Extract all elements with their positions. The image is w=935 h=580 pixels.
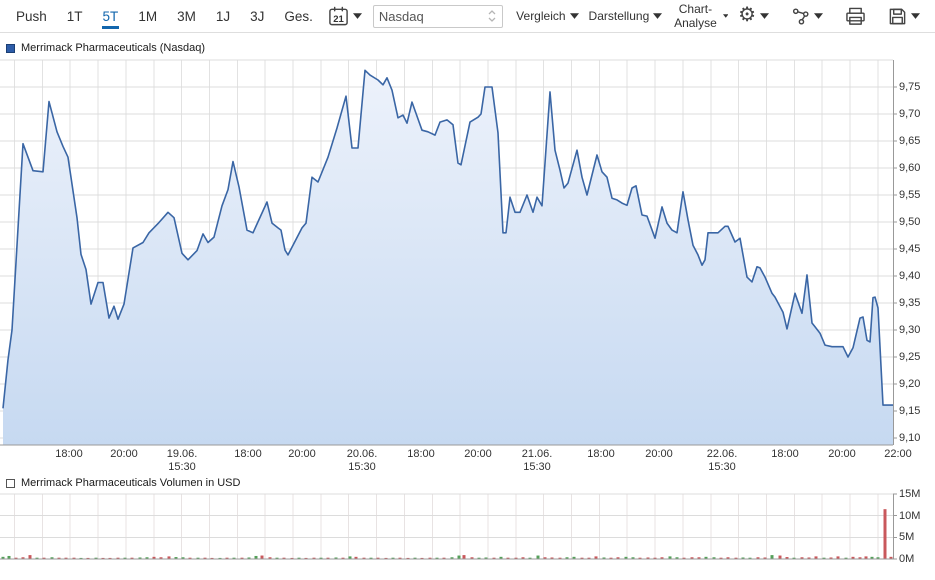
printer-icon (845, 7, 866, 26)
time-axis-tick: 20:00 (814, 448, 870, 461)
period-button-1j[interactable]: 1J (206, 0, 240, 32)
chart-toolbar: Push1T5T1M3M1J3JGes. 21 Nasdaq Vergleich… (0, 0, 935, 33)
print-button[interactable] (840, 7, 871, 26)
period-buttons: Push1T5T1M3M1J3JGes. (6, 0, 323, 32)
price-axis-tick: 9,50 (899, 216, 920, 228)
floppy-disk-icon (888, 7, 907, 26)
period-button-1m[interactable]: 1M (128, 0, 167, 32)
settings-button[interactable]: ⚙ (733, 6, 774, 26)
volume-axis-tick: 10M (899, 510, 920, 522)
select-chevrons-icon (487, 9, 497, 23)
price-axis-tick: 9,75 (899, 81, 920, 93)
calendar-icon: 21 (328, 6, 349, 27)
time-axis-tick: 20:00 (274, 448, 330, 461)
volume-chart-plot[interactable] (0, 494, 893, 559)
gear-icon: ⚙ (738, 5, 756, 25)
volume-axis-tick: 15M (899, 488, 920, 500)
volume-legend-marker (6, 479, 15, 488)
calendar-button[interactable]: 21 (323, 6, 367, 27)
chevron-down-icon (570, 13, 579, 19)
time-axis-tick: 21.06.15:30 (509, 448, 565, 474)
time-axis-tick: 20:00 (96, 448, 152, 461)
time-axis-tick: 18:00 (393, 448, 449, 461)
menu-button-darstellung[interactable]: Darstellung (584, 0, 668, 32)
price-axis-tick: 9,45 (899, 243, 920, 255)
period-button-push[interactable]: Push (6, 0, 57, 32)
period-button-3j[interactable]: 3J (240, 0, 274, 32)
price-chart-plot[interactable] (0, 60, 893, 445)
price-axis-tick: 9,55 (899, 189, 920, 201)
save-button[interactable] (883, 7, 925, 26)
menu-buttons: Vergleich Darstellung Chart-Analyse (511, 0, 733, 32)
chevron-down-icon (911, 13, 920, 19)
time-axis-tick: 18:00 (220, 448, 276, 461)
volume-axis-tick: 0M (899, 553, 914, 565)
price-axis-tick: 9,25 (899, 351, 920, 363)
chevron-down-icon (353, 13, 362, 19)
time-axis-tick: 19.06.15:30 (154, 448, 210, 474)
price-axis-tick: 9,70 (899, 108, 920, 120)
price-axis-tick: 9,40 (899, 270, 920, 282)
price-axis-tick: 9,60 (899, 162, 920, 174)
time-axis-tick: 20.06.15:30 (334, 448, 390, 474)
price-axis-tick: 9,20 (899, 378, 920, 390)
symbol-select-value: Nasdaq (379, 9, 424, 24)
menu-label: Vergleich (516, 9, 565, 23)
share-icon (791, 7, 810, 26)
share-button[interactable] (786, 7, 828, 26)
price-axis-tick: 9,65 (899, 135, 920, 147)
time-axis-tick: 18:00 (573, 448, 629, 461)
menu-button-chart-analyse[interactable]: Chart-Analyse (667, 0, 733, 32)
time-axis-tick: 18:00 (41, 448, 97, 461)
time-axis-tick: 22.06.15:30 (694, 448, 750, 474)
period-button-3m[interactable]: 3M (167, 0, 206, 32)
price-axis-tick: 9,10 (899, 432, 920, 444)
price-axis-tick: 9,30 (899, 324, 920, 336)
volume-legend-label: Merrimack Pharmaceuticals Volumen in USD (21, 477, 240, 489)
chevron-down-icon (760, 13, 769, 19)
chevron-down-icon (723, 13, 728, 19)
chart-application: Push1T5T1M3M1J3JGes. 21 Nasdaq Vergleich… (0, 0, 935, 580)
period-button-ges[interactable]: Ges. (274, 0, 323, 32)
time-axis-tick: 20:00 (631, 448, 687, 461)
time-axis-tick: 20:00 (450, 448, 506, 461)
menu-label: Darstellung (589, 9, 650, 23)
price-legend: Merrimack Pharmaceuticals (Nasdaq) (6, 42, 205, 54)
time-axis-tick: 18:00 (757, 448, 813, 461)
price-legend-label: Merrimack Pharmaceuticals (Nasdaq) (21, 42, 205, 54)
price-axis-tick: 9,15 (899, 405, 920, 417)
period-button-5t[interactable]: 5T (93, 0, 129, 32)
menu-label: Chart-Analyse (672, 2, 718, 30)
volume-axis-tick: 5M (899, 531, 914, 543)
time-axis-tick: 22:00 (870, 448, 926, 461)
period-button-1t[interactable]: 1T (57, 0, 93, 32)
chevron-down-icon (814, 13, 823, 19)
volume-legend: Merrimack Pharmaceuticals Volumen in USD (6, 477, 240, 489)
toolbar-icons: ⚙ (733, 6, 929, 26)
chevron-down-icon (653, 13, 662, 19)
calendar-day-label: 21 (333, 13, 344, 24)
price-axis-tick: 9,35 (899, 297, 920, 309)
symbol-select[interactable]: Nasdaq (373, 5, 503, 28)
menu-button-vergleich[interactable]: Vergleich (511, 0, 583, 32)
price-legend-marker (6, 44, 15, 53)
